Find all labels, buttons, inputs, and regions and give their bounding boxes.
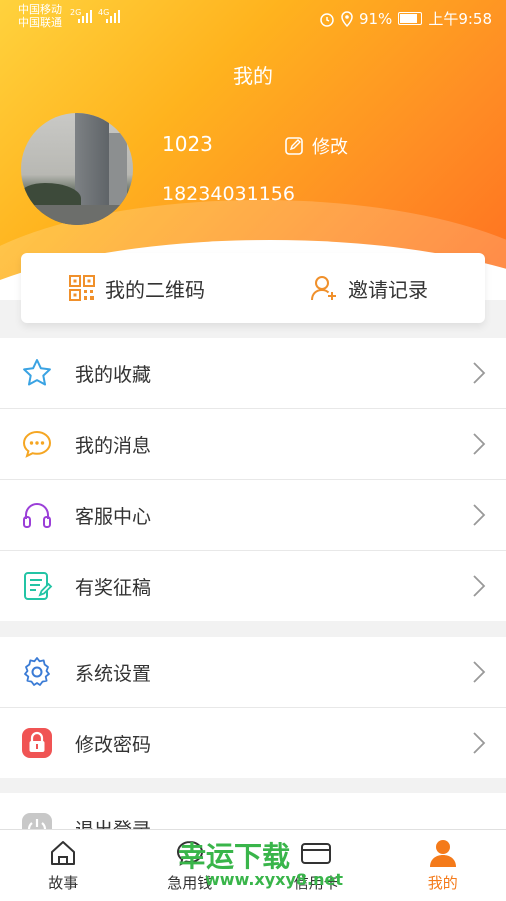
- menu-item-contest[interactable]: 有奖征稿: [0, 551, 506, 621]
- invite-records-button[interactable]: 邀请记录: [253, 253, 485, 323]
- carrier-info: 中国移动 中国联通: [18, 3, 62, 29]
- avatar-photo-building-2: [109, 133, 127, 205]
- chevron-right-icon: [472, 503, 486, 527]
- my-qr-code-button[interactable]: 我的二维码: [21, 253, 253, 323]
- chevron-right-icon: [472, 731, 486, 755]
- menu-label: 修改密码: [75, 730, 151, 757]
- menu-item-logout[interactable]: 退出登录: [0, 793, 506, 833]
- battery-level: [400, 14, 416, 23]
- qr-code-icon: [69, 275, 95, 301]
- battery-icon: [398, 12, 422, 25]
- menu-item-change-password[interactable]: 修改密码: [0, 708, 506, 778]
- chat-bubble-icon: [21, 428, 53, 460]
- edit-document-icon: [21, 570, 53, 602]
- watermark-text: 幸运下载: [178, 835, 290, 875]
- battery-percent: 91%: [359, 10, 392, 28]
- signal-icon: [106, 10, 120, 23]
- carrier-2: 中国联通: [18, 16, 62, 29]
- menu-group-2: 系统设置 修改密码: [0, 637, 506, 778]
- home-icon: [48, 838, 78, 868]
- my-qr-code-label: 我的二维码: [105, 274, 205, 303]
- edit-label: 修改: [312, 133, 348, 159]
- tab-story[interactable]: 故事: [0, 830, 127, 901]
- carrier-1: 中国移动: [18, 3, 62, 16]
- menu-label: 我的收藏: [75, 360, 151, 387]
- quick-actions-card: 我的二维码 邀请记录: [21, 253, 485, 323]
- avatar-photo-building: [75, 113, 109, 205]
- status-bar: 中国移动 中国联通 2G 4G 91% 上午9:58: [0, 0, 506, 34]
- chevron-right-icon: [472, 432, 486, 456]
- chevron-right-icon: [472, 361, 486, 385]
- tab-mine[interactable]: 我的: [380, 830, 506, 901]
- avatar[interactable]: [21, 113, 133, 225]
- star-icon: [21, 357, 53, 389]
- menu-item-customer-service[interactable]: 客服中心: [0, 480, 506, 551]
- alarm-icon: [319, 11, 335, 27]
- credit-card-icon: [300, 838, 332, 868]
- menu-item-messages[interactable]: 我的消息: [0, 409, 506, 480]
- username: 1023: [162, 132, 213, 156]
- add-user-icon: [310, 274, 338, 302]
- menu-group-1: 我的收藏 我的消息 客服中心 有奖征稿: [0, 338, 506, 621]
- menu-group-3: 退出登录: [0, 793, 506, 833]
- watermark-url: www.xyxy8.net: [205, 870, 343, 889]
- location-icon: [341, 11, 353, 27]
- tab-label: 我的: [428, 872, 458, 893]
- menu-item-favorites[interactable]: 我的收藏: [0, 338, 506, 409]
- menu-label: 客服中心: [75, 502, 151, 529]
- headphones-icon: [21, 499, 53, 531]
- chevron-right-icon: [472, 574, 486, 598]
- invite-records-label: 邀请记录: [348, 274, 428, 303]
- page-title: 我的: [0, 60, 506, 89]
- tab-label: 故事: [48, 872, 78, 893]
- avatar-photo-road: [21, 205, 133, 225]
- clock: 上午9:58: [428, 8, 492, 29]
- menu-label: 系统设置: [75, 659, 151, 686]
- person-icon: [428, 838, 458, 868]
- menu-label: 我的消息: [75, 431, 151, 458]
- menu-label: 有奖征稿: [75, 573, 151, 600]
- edit-profile-button[interactable]: 修改: [284, 133, 348, 159]
- chevron-right-icon: [472, 660, 486, 684]
- edit-icon: [284, 136, 304, 156]
- menu-item-settings[interactable]: 系统设置: [0, 637, 506, 708]
- phone-number: 18234031156: [162, 183, 295, 205]
- lock-icon: [21, 727, 53, 759]
- gear-icon: [21, 656, 53, 688]
- status-right: 91% 上午9:58: [319, 8, 492, 29]
- signal-icon: [78, 10, 92, 23]
